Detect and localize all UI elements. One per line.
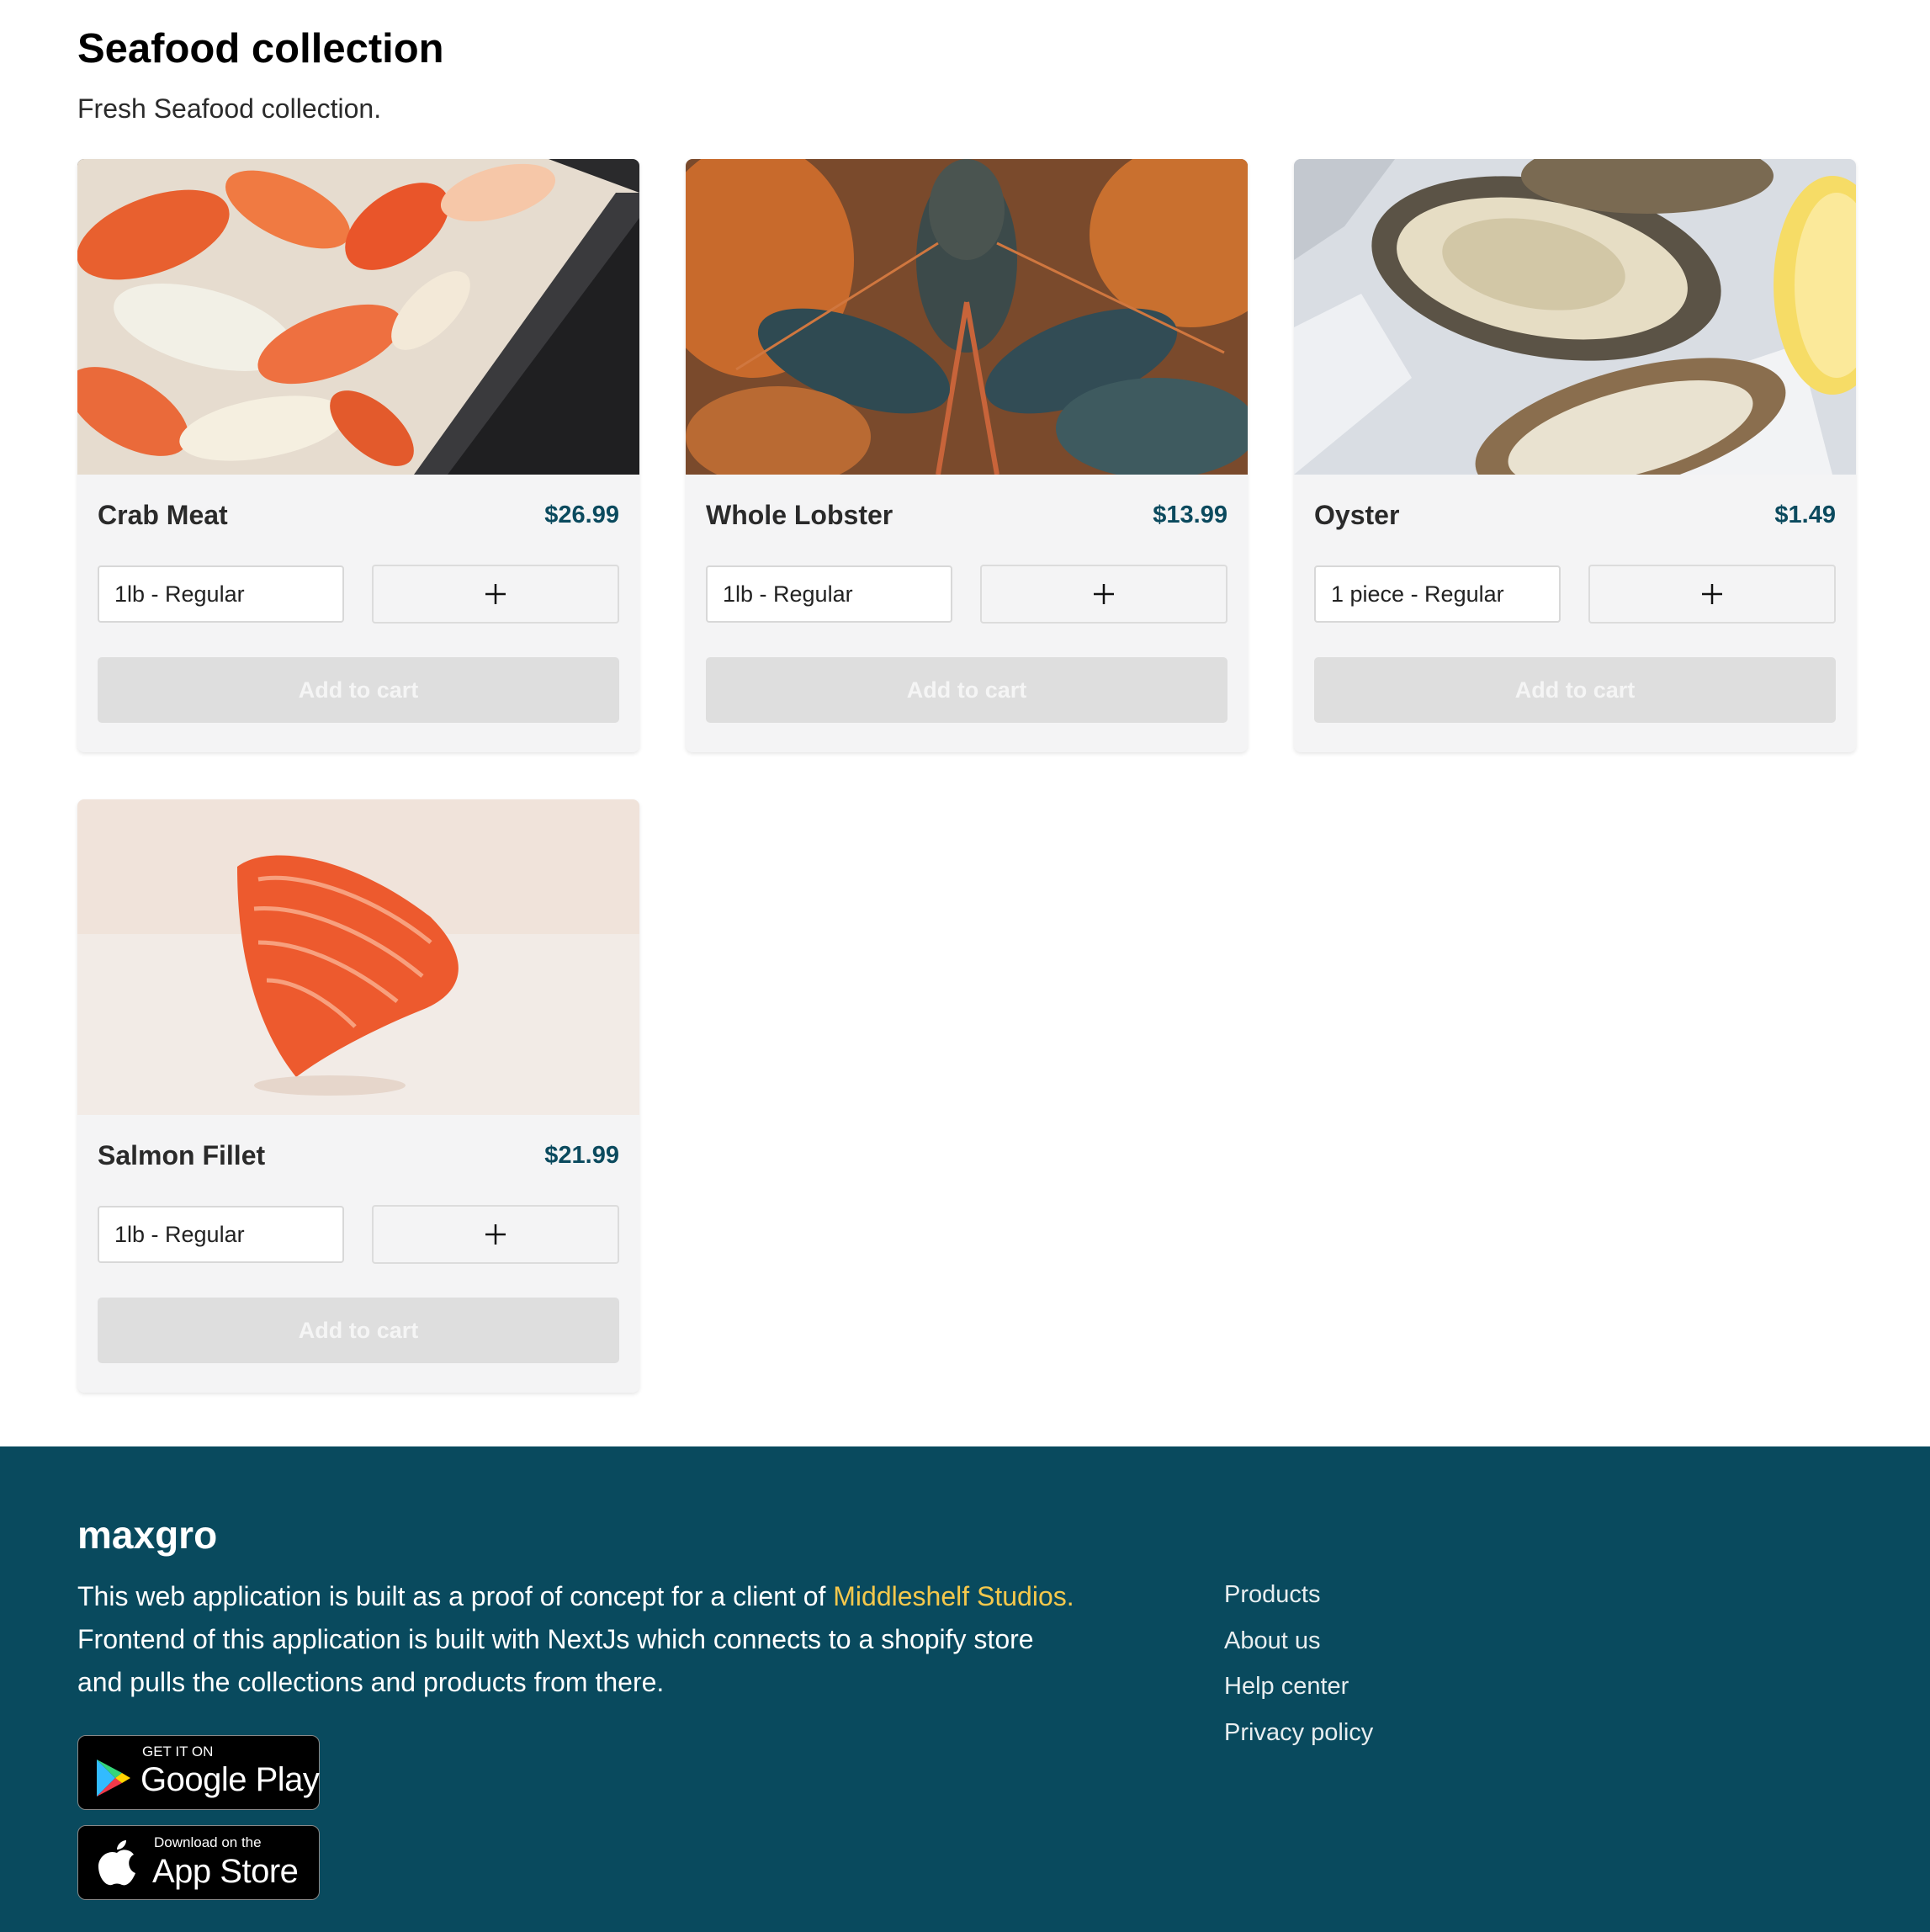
add-to-cart-button[interactable]: Add to cart: [98, 657, 619, 723]
product-card: Salmon Fillet $21.99 1lb - Regular Add t…: [77, 799, 639, 1393]
app-store-big-text: App Store: [152, 1853, 299, 1890]
variant-select[interactable]: 1lb - Regular: [706, 565, 952, 623]
footer-link-privacy-policy[interactable]: Privacy policy: [1224, 1719, 1373, 1765]
footer-links: Products About us Help center Privacy po…: [1224, 1581, 1373, 1765]
product-name[interactable]: Salmon Fillet: [98, 1140, 265, 1171]
about-text: Frontend of this application is built wi…: [77, 1624, 1034, 1697]
google-play-big-text: Google Play: [141, 1761, 320, 1798]
product-name[interactable]: Oyster: [1314, 500, 1399, 531]
crab-meat-photo[interactable]: [77, 159, 639, 475]
product-name[interactable]: Crab Meat: [98, 500, 228, 531]
product-price: $13.99: [1153, 502, 1227, 528]
brand-logo[interactable]: maxgro: [77, 1512, 217, 1558]
oyster-photo[interactable]: [1294, 159, 1856, 475]
plus-icon: [1702, 584, 1722, 604]
footer-link-about-us[interactable]: About us: [1224, 1627, 1373, 1674]
footer-about: This web application is built as a proof…: [77, 1575, 1079, 1704]
plus-icon: [1094, 584, 1114, 604]
product-price: $1.49: [1774, 502, 1836, 528]
variant-select[interactable]: 1 piece - Regular: [1314, 565, 1561, 623]
about-text: This web application is built as a proof…: [77, 1581, 834, 1611]
page-title: Seafood collection: [77, 26, 444, 72]
increase-quantity-button[interactable]: [372, 565, 619, 624]
footer-link-products[interactable]: Products: [1224, 1581, 1373, 1627]
google-play-small-text: GET IT ON: [142, 1744, 214, 1760]
collection-description: Fresh Seafood collection.: [77, 93, 382, 124]
variant-select[interactable]: 1lb - Regular: [98, 565, 344, 623]
product-price: $26.99: [544, 502, 619, 528]
app-store-badge[interactable]: Download on the App Store: [77, 1825, 320, 1900]
increase-quantity-button[interactable]: [1588, 565, 1836, 624]
increase-quantity-button[interactable]: [372, 1205, 619, 1264]
increase-quantity-button[interactable]: [980, 565, 1227, 624]
variant-select[interactable]: 1lb - Regular: [98, 1206, 344, 1263]
product-card: Whole Lobster $13.99 1lb - Regular Add t…: [686, 159, 1248, 752]
google-play-badge[interactable]: GET IT ON Google Play: [77, 1735, 320, 1810]
lobster-photo[interactable]: [686, 159, 1248, 475]
add-to-cart-button[interactable]: Add to cart: [706, 657, 1227, 723]
product-card: Oyster $1.49 1 piece - Regular Add to ca…: [1294, 159, 1856, 752]
site-footer: maxgro This web application is built as …: [0, 1446, 1930, 1932]
apple-icon: [98, 1840, 135, 1886]
product-price: $21.99: [544, 1142, 619, 1169]
middleshelf-link[interactable]: Middleshelf Studios.: [833, 1581, 1074, 1611]
product-card: Crab Meat $26.99 1lb - Regular Add to ca…: [77, 159, 639, 752]
salmon-photo[interactable]: [77, 799, 639, 1115]
footer-link-help-center[interactable]: Help center: [1224, 1673, 1373, 1719]
app-store-small-text: Download on the: [154, 1834, 262, 1850]
add-to-cart-button[interactable]: Add to cart: [98, 1298, 619, 1363]
google-play-icon: [97, 1760, 130, 1797]
plus-icon: [485, 1224, 506, 1245]
add-to-cart-button[interactable]: Add to cart: [1314, 657, 1836, 723]
product-name[interactable]: Whole Lobster: [706, 500, 893, 531]
plus-icon: [485, 584, 506, 604]
